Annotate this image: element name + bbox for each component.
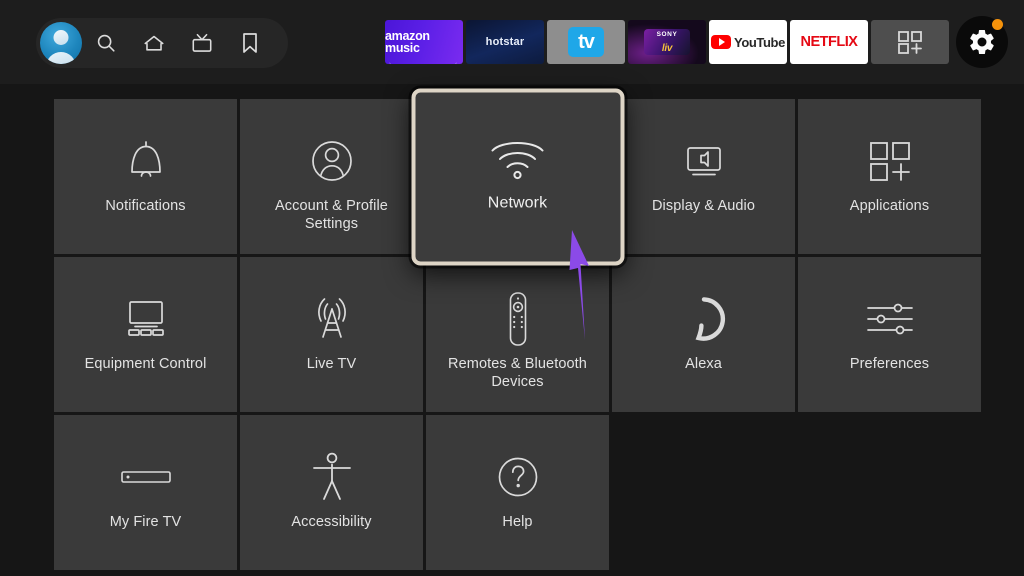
settings-tile-applications[interactable]: Applications [798, 99, 981, 254]
settings-tile-remotes-bluetooth-devices[interactable]: Remotes & Bluetooth Devices [426, 257, 609, 412]
settings-tile-account-profile-settings[interactable]: Account & Profile Settings [240, 99, 423, 254]
settings-tile-equipment-control[interactable]: Equipment Control [54, 257, 237, 412]
settings-tile-label: My Fire TV [109, 514, 182, 530]
settings-tile-notifications[interactable]: Notifications [54, 99, 237, 254]
settings-tile-help[interactable]: Help [426, 415, 609, 570]
live-tv-icon[interactable] [178, 18, 226, 68]
profile-avatar-icon[interactable] [40, 22, 82, 64]
gear-icon [970, 29, 994, 55]
settings-tile-label: Equipment Control [84, 356, 207, 372]
accessibility-icon [310, 441, 354, 513]
app-tile-youtube[interactable]: YouTube [709, 20, 787, 64]
apps-grid-plus-icon [898, 31, 922, 54]
settings-tile-my-fire-tv[interactable]: My Fire TV [54, 415, 237, 570]
apple-tv-label: tv [578, 31, 595, 53]
netflix-label: NETFLIX [800, 34, 858, 50]
question-circle-icon [495, 441, 541, 513]
person-circle-icon [308, 125, 356, 197]
settings-tile-label: Live TV [306, 356, 357, 372]
bell-icon [123, 125, 169, 197]
settings-tile-network-slot: Network [411, 88, 624, 265]
fire-tv-stick-icon [118, 441, 174, 513]
hotstar-label: hotstar [485, 36, 525, 48]
settings-tile-display-audio[interactable]: Display & Audio [612, 99, 795, 254]
app-shortcut-strip: amazon music hotstar tv SONY liv YouTube… [385, 0, 1016, 84]
apps-grid-plus-icon [865, 125, 915, 197]
wifi-icon [487, 122, 549, 194]
nav-pill [36, 18, 288, 68]
settings-gear-button[interactable] [956, 16, 1008, 68]
youtube-label: YouTube [734, 34, 785, 50]
settings-tile-label: Applications [849, 198, 930, 214]
bookmark-icon[interactable] [226, 18, 274, 68]
settings-tile-label: Alexa [685, 356, 722, 372]
sony-liv-icon: SONY liv [644, 29, 690, 55]
settings-row-2: Equipment Control Live TV Remotes & Blue… [54, 257, 981, 412]
settings-tile-label: Help [502, 514, 533, 530]
display-audio-icon [678, 125, 730, 197]
settings-tile-label: Display & Audio [651, 198, 756, 214]
sliders-icon [863, 283, 917, 355]
alexa-ring-icon [681, 283, 727, 355]
settings-notification-badge [992, 19, 1003, 30]
settings-tile-accessibility[interactable]: Accessibility [240, 415, 423, 570]
liv-label: liv [661, 43, 673, 54]
settings-tile-live-tv[interactable]: Live TV [240, 257, 423, 412]
settings-tile-label: Preferences [849, 356, 930, 372]
settings-tile-network[interactable]: Network [411, 88, 624, 265]
settings-tile-label: Accessibility [291, 514, 372, 530]
sony-label: SONY [656, 31, 678, 38]
home-icon[interactable] [130, 18, 178, 68]
settings-tile-alexa[interactable]: Alexa [612, 257, 795, 412]
equipment-control-icon [120, 283, 172, 355]
fire-tv-settings-screen: amazon music hotstar tv SONY liv YouTube… [0, 0, 1024, 576]
settings-tile-label: Notifications [105, 198, 186, 214]
settings-row-3: My Fire TV Accessibility Help [54, 415, 981, 570]
settings-grid: Notifications Account & Profile Settings [54, 88, 981, 573]
remote-control-icon [503, 283, 533, 355]
search-icon[interactable] [82, 18, 130, 68]
amazon-music-label: amazon music [385, 28, 430, 55]
broadcast-tower-icon [307, 283, 357, 355]
app-tile-netflix[interactable]: NETFLIX [790, 20, 868, 64]
app-tile-amazon-music[interactable]: amazon music [385, 20, 463, 64]
settings-tile-label: Account & Profile Settings [275, 198, 388, 232]
settings-row-1: Notifications Account & Profile Settings [54, 88, 981, 265]
top-navigation-bar: amazon music hotstar tv SONY liv YouTube… [0, 0, 1024, 84]
settings-tile-label: Network [487, 194, 548, 211]
app-tile-apple-tv[interactable]: tv [547, 20, 625, 64]
youtube-play-icon [711, 35, 732, 49]
app-tile-sony-liv[interactable]: SONY liv [628, 20, 706, 64]
settings-tile-preferences[interactable]: Preferences [798, 257, 981, 412]
amazon-swoosh-icon [389, 62, 457, 64]
app-tile-hotstar[interactable]: hotstar [466, 20, 544, 64]
apple-tv-icon: tv [568, 27, 604, 57]
app-tile-apps-grid[interactable] [871, 20, 949, 64]
settings-tile-label: Remotes & Bluetooth Devices [448, 356, 587, 390]
